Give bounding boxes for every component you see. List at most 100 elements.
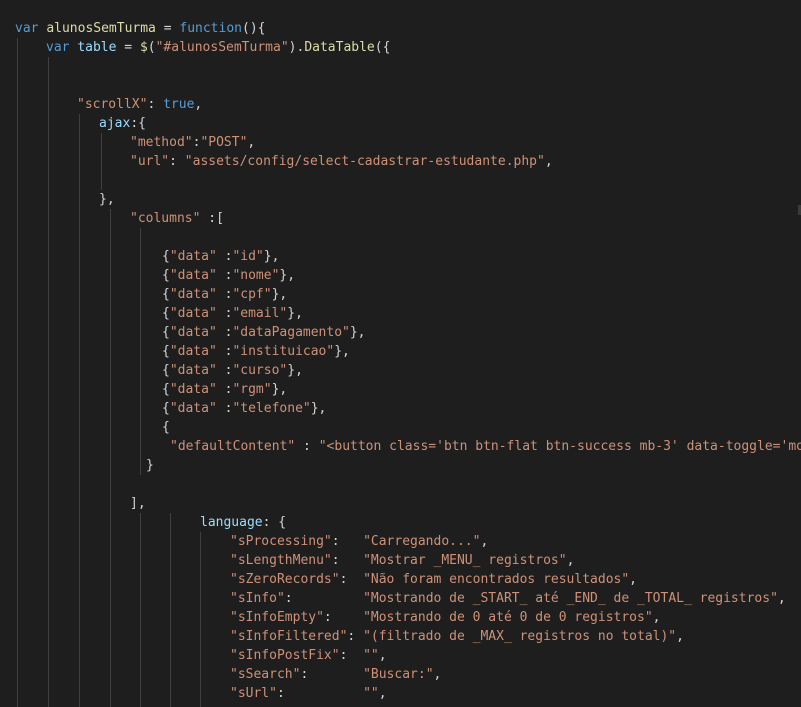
code-line[interactable]: "sInfoPostFix": "", xyxy=(230,646,387,665)
code-token: { xyxy=(162,401,170,416)
code-token: var xyxy=(15,21,47,36)
code-token: : xyxy=(147,97,164,112)
code-token: "sInfoFiltered" xyxy=(230,629,348,644)
code-token: "email" xyxy=(232,306,288,321)
indent-guide xyxy=(79,114,80,707)
code-token: "data" xyxy=(169,382,217,397)
code-token: }, xyxy=(279,268,296,283)
code-token: ( xyxy=(147,40,156,55)
code-line[interactable]: {"data" :"email"}, xyxy=(162,304,303,323)
code-token: { xyxy=(162,268,170,283)
code-token: { xyxy=(162,306,170,321)
code-token: : xyxy=(331,534,364,549)
code-token: "sSearch" xyxy=(230,667,301,682)
code-line[interactable]: {"data" :"rgm"}, xyxy=(162,380,287,399)
code-token: : xyxy=(216,287,233,302)
code-line[interactable]: "scrollX": true, xyxy=(77,95,202,114)
code-token: }, xyxy=(99,192,115,207)
code-token: }, xyxy=(349,325,366,340)
code-token: "POST" xyxy=(200,135,248,150)
code-token: : xyxy=(347,629,364,644)
code-line[interactable]: ajax:{ xyxy=(99,114,146,133)
code-line[interactable]: {"data" :"telefone"}, xyxy=(162,399,326,418)
code-line[interactable]: }, xyxy=(99,190,115,209)
code-line[interactable]: "sSearch": "Buscar:", xyxy=(230,665,441,684)
code-editor[interactable]: var alunosSemTurma = function(){var tabl… xyxy=(0,0,801,707)
code-line[interactable]: var alunosSemTurma = function(){ xyxy=(15,19,265,38)
code-line[interactable]: "columns" :[ xyxy=(130,209,224,228)
code-token: : xyxy=(331,553,364,568)
code-token: : xyxy=(216,325,233,340)
indent-guide xyxy=(140,228,141,475)
code-token: "sLengthMenu" xyxy=(230,553,332,568)
code-token: }, xyxy=(271,382,288,397)
code-token: : xyxy=(339,648,364,663)
code-line[interactable]: "sInfoEmpty": "Mostrando de 0 até 0 de 0… xyxy=(230,608,660,627)
code-line[interactable]: ], xyxy=(130,494,146,513)
code-token: { xyxy=(162,363,170,378)
code-token: alunosSemTurma xyxy=(46,21,156,36)
code-token: "#alunosSemTurma" xyxy=(155,40,289,55)
code-token: "assets/config/select-cadastrar-estudant… xyxy=(184,154,545,169)
code-token: (){ xyxy=(242,21,266,36)
code-line[interactable]: "defaultContent" : "<button class='btn b… xyxy=(170,437,801,456)
code-token: : xyxy=(216,382,233,397)
code-line[interactable]: {"data" :"nome"}, xyxy=(162,266,295,285)
code-token: }, xyxy=(271,287,288,302)
code-line[interactable]: "url": "assets/config/select-cadastrar-e… xyxy=(130,152,553,171)
code-line[interactable]: } xyxy=(146,456,154,475)
code-token: }, xyxy=(263,249,280,264)
code-line[interactable]: "sZeroRecords": "Não foram encontrados r… xyxy=(230,570,637,589)
code-token: function xyxy=(179,21,242,36)
code-token: "" xyxy=(363,648,379,663)
code-token: : xyxy=(300,667,364,682)
code-token: "defaultContent" xyxy=(170,439,296,454)
code-line[interactable]: {"data" :"cpf"}, xyxy=(162,285,287,304)
code-token: : xyxy=(216,306,233,321)
code-token: "columns" xyxy=(130,211,201,226)
code-token: "cpf" xyxy=(232,287,272,302)
code-token: } xyxy=(146,458,154,473)
code-line[interactable]: {"data" :"instituicao"}, xyxy=(162,342,350,361)
code-token: , xyxy=(433,667,442,682)
code-line[interactable]: "method":"POST", xyxy=(130,133,255,152)
code-line[interactable]: "sLengthMenu": "Mostrar _MENU_ registros… xyxy=(230,551,574,570)
code-token: : xyxy=(216,268,233,283)
code-token: "data" xyxy=(169,344,217,359)
code-token: :[ xyxy=(200,211,224,226)
indent-guide xyxy=(48,57,49,707)
code-token: , xyxy=(777,591,786,606)
code-token: : xyxy=(216,363,233,378)
code-line[interactable]: "sUrl": "", xyxy=(230,684,387,703)
code-line[interactable]: "sInfoFiltered": "(filtrado de _MAX_ reg… xyxy=(230,627,684,646)
code-token: "sProcessing" xyxy=(230,534,332,549)
code-token: { xyxy=(162,249,170,264)
code-line[interactable]: var table = $("#alunosSemTurma").DataTab… xyxy=(46,38,390,57)
code-token: $ xyxy=(139,40,148,55)
code-token: "Buscar:" xyxy=(363,667,434,682)
code-token: "scrollX" xyxy=(77,97,148,112)
code-token: "data" xyxy=(169,287,217,302)
code-token: { xyxy=(162,287,170,302)
code-line[interactable]: {"data" :"curso"}, xyxy=(162,361,303,380)
code-token: "sUrl" xyxy=(230,686,277,701)
code-line[interactable]: "sInfo": "Mostrando de _START_ até _END_… xyxy=(230,589,786,608)
code-token: : xyxy=(216,401,233,416)
code-token: : xyxy=(323,610,364,625)
code-token: "id" xyxy=(232,249,264,264)
code-line[interactable]: language: { xyxy=(200,513,286,532)
code-line[interactable]: {"data" :"dataPagamento"}, xyxy=(162,323,366,342)
code-line[interactable]: {"data" :"id"}, xyxy=(162,247,279,266)
code-token: "Não foram encontrados resultados" xyxy=(363,572,630,587)
code-token: , xyxy=(194,97,203,112)
code-token: "Mostrando de _START_ até _END_ de _TOTA… xyxy=(363,591,778,606)
code-line[interactable]: { xyxy=(162,418,170,437)
code-token: var xyxy=(46,40,78,55)
code-line[interactable]: "sProcessing": "Carregando...", xyxy=(230,532,488,551)
code-token: : { xyxy=(262,515,287,530)
code-token: { xyxy=(162,344,170,359)
code-token: , xyxy=(566,553,575,568)
code-token: ). xyxy=(288,40,305,55)
code-token: , xyxy=(652,610,661,625)
code-token: , xyxy=(247,135,256,150)
